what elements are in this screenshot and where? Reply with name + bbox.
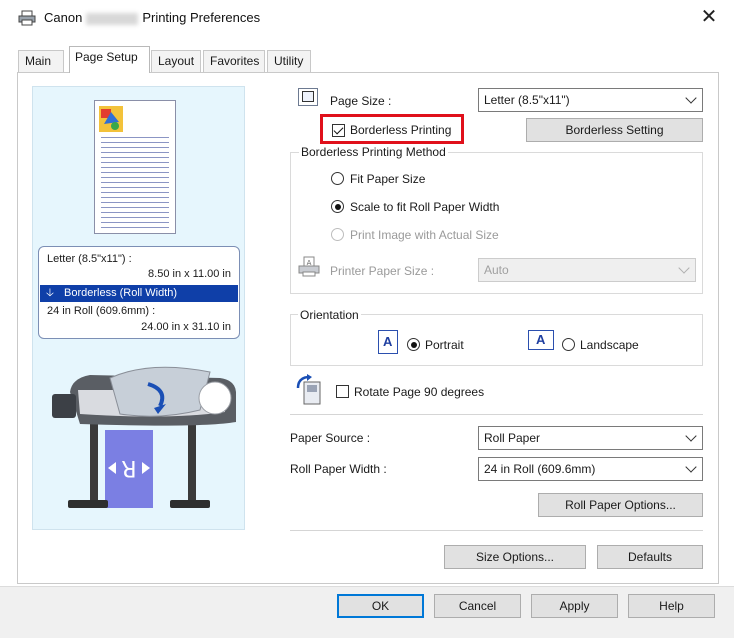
rotate-page-icon xyxy=(296,374,321,405)
paper-text-line xyxy=(101,222,169,223)
paper-text-line xyxy=(101,142,169,143)
chevron-down-icon xyxy=(685,92,697,104)
paper-info-box: Letter (8.5"x11") : 8.50 in x 11.00 in 🡣… xyxy=(38,246,240,339)
paper-text-line xyxy=(101,187,169,188)
separator xyxy=(290,530,703,531)
roll-paper-options-button[interactable]: Roll Paper Options... xyxy=(538,493,703,517)
landscape-radio[interactable] xyxy=(562,338,575,351)
portrait-radio[interactable] xyxy=(407,338,420,351)
paper-text-line xyxy=(101,177,169,178)
size-options-button[interactable]: Size Options... xyxy=(444,545,586,569)
chevron-down-icon xyxy=(685,461,697,473)
output-size-label: 24 in Roll (609.6mm) : xyxy=(47,305,156,317)
image-thumbnail-icon xyxy=(99,106,123,132)
paper-text-line xyxy=(101,207,169,208)
portrait-icon-letter: A xyxy=(383,334,393,349)
paper-source-label: Paper Source : xyxy=(290,431,371,445)
paper-text-line xyxy=(101,202,169,203)
landscape-label[interactable]: Landscape xyxy=(580,338,639,352)
separator xyxy=(290,414,703,415)
tab-utility[interactable]: Utility xyxy=(267,50,311,72)
rotate-page-checkbox[interactable] xyxy=(336,385,349,398)
borderless-setting-button[interactable]: Borderless Setting xyxy=(526,118,703,142)
roll-paper-width-value: 24 in Roll (609.6mm) xyxy=(484,462,596,476)
page-size-icon xyxy=(298,88,318,106)
orientation-legend: Orientation xyxy=(298,308,361,322)
landscape-icon-letter: A xyxy=(536,332,546,347)
portrait-icon: A xyxy=(378,330,398,354)
paper-text-line xyxy=(101,197,169,198)
paper-text-line xyxy=(101,227,169,228)
paper-text-line xyxy=(101,152,169,153)
borderless-mode-selection: 🡣 Borderless (Roll Width) xyxy=(40,285,238,302)
roll-paper-width-select[interactable]: 24 in Roll (609.6mm) xyxy=(478,457,703,481)
title-bar: Canon Printing Preferences ✕ xyxy=(0,0,734,36)
chevron-down-icon xyxy=(685,430,697,442)
tab-page-setup[interactable]: Page Setup xyxy=(69,46,150,73)
down-arrow-icon: 🡣 xyxy=(46,287,54,299)
ok-button[interactable]: OK xyxy=(337,594,424,618)
fit-paper-size-radio[interactable] xyxy=(331,172,344,185)
fit-paper-size-label[interactable]: Fit Paper Size xyxy=(350,172,425,186)
paper-text-line xyxy=(101,172,169,173)
paper-text-line xyxy=(101,137,169,138)
apply-button[interactable]: Apply xyxy=(531,594,618,618)
close-button[interactable]: ✕ xyxy=(696,4,722,30)
tab-layout[interactable]: Layout xyxy=(151,50,201,72)
portrait-label[interactable]: Portrait xyxy=(425,338,464,352)
large-format-printer-illustration: R xyxy=(52,366,236,508)
tab-favorites[interactable]: Favorites xyxy=(203,50,265,72)
paper-text-line xyxy=(101,167,169,168)
paper-source-value: Roll Paper xyxy=(484,431,541,445)
paper-text-line xyxy=(101,147,169,148)
page-size-label: Page Size : xyxy=(330,94,392,108)
original-size-label: Letter (8.5"x11") : xyxy=(47,253,132,265)
paper-text-line xyxy=(101,162,169,163)
paper-text-line xyxy=(101,212,169,213)
roll-paper-width-label: Roll Paper Width : xyxy=(290,462,387,476)
borderless-method-legend: Borderless Printing Method xyxy=(299,145,448,159)
paper-text-line xyxy=(101,157,169,158)
scale-to-roll-width-label[interactable]: Scale to fit Roll Paper Width xyxy=(350,200,499,214)
scale-to-roll-width-radio[interactable] xyxy=(331,200,344,213)
page-size-value: Letter (8.5"x11") xyxy=(484,93,570,107)
svg-text:R: R xyxy=(121,455,136,480)
printer-paper-size-select[interactable]: Auto xyxy=(478,258,696,282)
rotate-page-label[interactable]: Rotate Page 90 degrees xyxy=(354,385,484,399)
cancel-button[interactable]: Cancel xyxy=(434,594,521,618)
help-button[interactable]: Help xyxy=(628,594,715,618)
landscape-icon: A xyxy=(528,330,554,350)
original-size-dimensions: 8.50 in x 11.00 in xyxy=(148,268,231,280)
printer-paper-size-label: Printer Paper Size : xyxy=(330,264,435,278)
paper-source-select[interactable]: Roll Paper xyxy=(478,426,703,450)
highlight-annotation xyxy=(320,114,464,144)
chevron-down-icon xyxy=(678,262,690,274)
borderless-mode-label: Borderless (Roll Width) xyxy=(64,287,178,299)
window-title: Canon Printing Preferences xyxy=(44,10,260,25)
paper-text-line xyxy=(101,192,169,193)
redacted-model-name xyxy=(86,12,139,25)
window-title-suffix: Printing Preferences xyxy=(142,10,261,25)
printer-icon xyxy=(18,10,36,26)
paper-text-line xyxy=(101,217,169,218)
output-size-dimensions: 24.00 in x 31.10 in xyxy=(141,321,231,333)
tab-main[interactable]: Main xyxy=(18,50,64,72)
window-title-prefix: Canon xyxy=(44,10,83,25)
paper-text-line xyxy=(101,182,169,183)
printer-paper-size-value: Auto xyxy=(484,263,509,277)
printer-paper-size-icon: A xyxy=(298,256,320,277)
actual-size-radio[interactable] xyxy=(331,228,344,241)
defaults-button[interactable]: Defaults xyxy=(597,545,703,569)
page-size-select[interactable]: Letter (8.5"x11") xyxy=(478,88,703,112)
actual-size-label[interactable]: Print Image with Actual Size xyxy=(350,228,499,242)
